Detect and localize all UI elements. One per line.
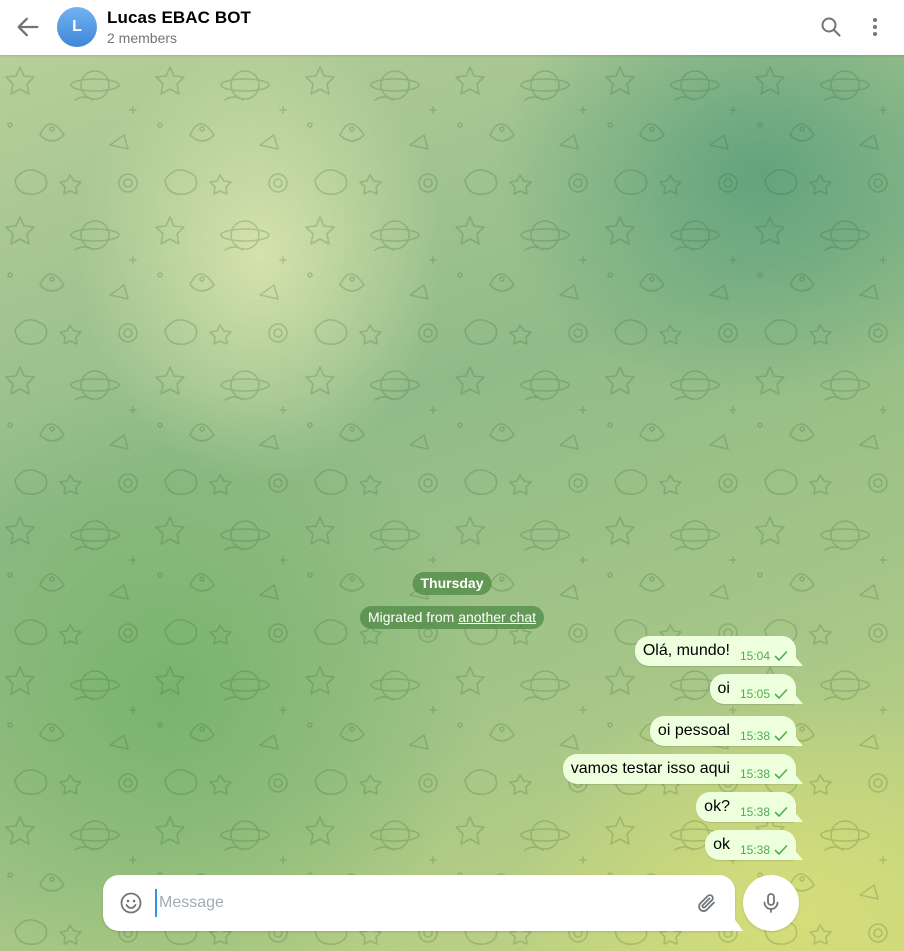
check-icon xyxy=(774,731,788,741)
message-meta: 15:38 xyxy=(740,729,788,743)
back-button[interactable] xyxy=(14,13,42,41)
voice-message-button[interactable] xyxy=(743,875,799,931)
chat-background[interactable]: Thursday Migrated from another chat Olá,… xyxy=(0,55,904,951)
more-vertical-icon xyxy=(873,18,877,36)
arrow-left-icon xyxy=(17,17,39,37)
search-button[interactable] xyxy=(819,15,843,39)
chat-title[interactable]: Lucas EBAC BOT xyxy=(107,8,251,28)
migrated-notice: Migrated from another chat xyxy=(359,606,545,629)
message-text: oi pessoal xyxy=(657,722,730,739)
members-count: 2 members xyxy=(107,30,178,46)
search-icon xyxy=(821,17,841,37)
attach-button[interactable] xyxy=(695,891,719,915)
message-text: oi xyxy=(717,680,730,697)
avatar[interactable]: L xyxy=(57,7,97,47)
paperclip-icon xyxy=(698,894,715,912)
check-icon xyxy=(774,807,788,817)
microphone-icon xyxy=(763,893,779,913)
message-time: 15:38 xyxy=(739,843,770,857)
message-meta: 15:38 xyxy=(740,805,788,819)
check-icon xyxy=(774,689,788,699)
date-separator: Thursday xyxy=(412,572,492,595)
message-composer xyxy=(103,875,735,931)
check-icon xyxy=(774,769,788,779)
emoji-button[interactable] xyxy=(119,891,143,915)
message-bubble[interactable]: Olá, mundo! 15:04 xyxy=(634,636,796,666)
message-time: 15:04 xyxy=(739,649,770,663)
message-text: ok? xyxy=(704,798,730,815)
message-bubble[interactable]: ok? 15:38 xyxy=(696,792,796,822)
migrated-text: Migrated from xyxy=(367,609,459,625)
message-time: 15:38 xyxy=(739,767,770,781)
more-button[interactable] xyxy=(863,15,887,39)
message-meta: 15:05 xyxy=(740,687,788,701)
chat-header: L Lucas EBAC BOT 2 members xyxy=(0,0,904,55)
message-text: ok xyxy=(713,836,730,853)
message-bubble[interactable]: oi 15:05 xyxy=(709,674,796,704)
message-input[interactable] xyxy=(155,889,679,917)
smiley-icon xyxy=(120,892,142,914)
another-chat-link[interactable]: another chat xyxy=(458,609,536,625)
message-text: Olá, mundo! xyxy=(642,642,730,659)
message-bubble[interactable]: ok 15:38 xyxy=(705,830,796,860)
message-time: 15:38 xyxy=(739,729,770,743)
message-time: 15:05 xyxy=(739,687,770,701)
avatar-letter: L xyxy=(72,18,82,35)
message-bubble[interactable]: oi pessoal 15:38 xyxy=(649,716,796,746)
message-meta: 15:38 xyxy=(740,843,788,857)
check-icon xyxy=(774,651,788,661)
message-time: 15:38 xyxy=(739,805,770,819)
message-text: vamos testar isso aqui xyxy=(570,760,730,777)
message-meta: 15:04 xyxy=(740,649,788,663)
check-icon xyxy=(774,845,788,855)
message-meta: 15:38 xyxy=(740,767,788,781)
message-bubble[interactable]: vamos testar isso aqui 15:38 xyxy=(562,754,796,784)
